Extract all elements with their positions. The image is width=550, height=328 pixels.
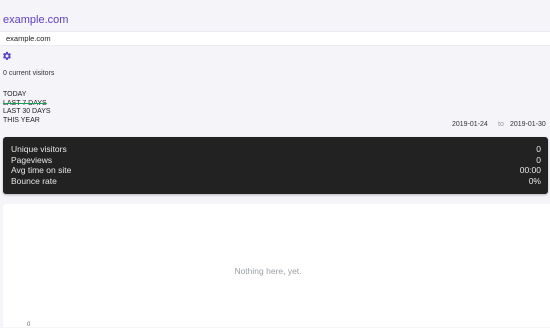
stat-pageviews: Pageviews 0: [11, 155, 541, 165]
stat-avg-time: Avg time on site 00:00: [11, 165, 541, 175]
stat-label: Unique visitors: [11, 144, 67, 154]
range-last-30-days[interactable]: LAST 30 DAYS: [3, 108, 51, 117]
range-today[interactable]: TODAY: [3, 91, 51, 100]
site-selector[interactable]: example.com: [0, 31, 550, 46]
current-visitors: 0 current visitors: [3, 70, 55, 77]
date-to-label: to: [498, 121, 504, 128]
site-selector-value: example.com: [6, 34, 51, 43]
empty-state-message: Nothing here, yet.: [234, 266, 302, 276]
range-last-7-days[interactable]: LAST 7 DAYS: [3, 100, 51, 109]
stat-label: Pageviews: [11, 154, 53, 165]
visitors-chart: Nothing here, yet. 0: [3, 204, 550, 328]
stat-value: 0: [536, 154, 541, 165]
gear-icon[interactable]: [2, 51, 12, 61]
stat-bounce-rate: Bounce rate 0%: [11, 176, 541, 186]
site-link[interactable]: example.com: [3, 14, 68, 26]
y-axis-tick: 0: [27, 322, 31, 328]
stat-value: 0: [536, 144, 541, 154]
date-range-presets: TODAY LAST 7 DAYS LAST 30 DAYS THIS YEAR: [3, 91, 51, 125]
range-this-year[interactable]: THIS YEAR: [3, 117, 51, 126]
stat-value: 0%: [528, 175, 541, 186]
stat-unique-visitors: Unique visitors 0: [11, 144, 541, 154]
stat-label: Bounce rate: [11, 175, 57, 186]
date-from[interactable]: 2019-01-24: [452, 121, 488, 128]
stat-value: 00:00: [519, 165, 541, 175]
stat-label: Avg time on site: [11, 165, 72, 175]
date-to[interactable]: 2019-01-30: [510, 121, 546, 128]
stats-panel: Unique visitors 0 Pageviews 0 Avg time o…: [3, 137, 548, 194]
